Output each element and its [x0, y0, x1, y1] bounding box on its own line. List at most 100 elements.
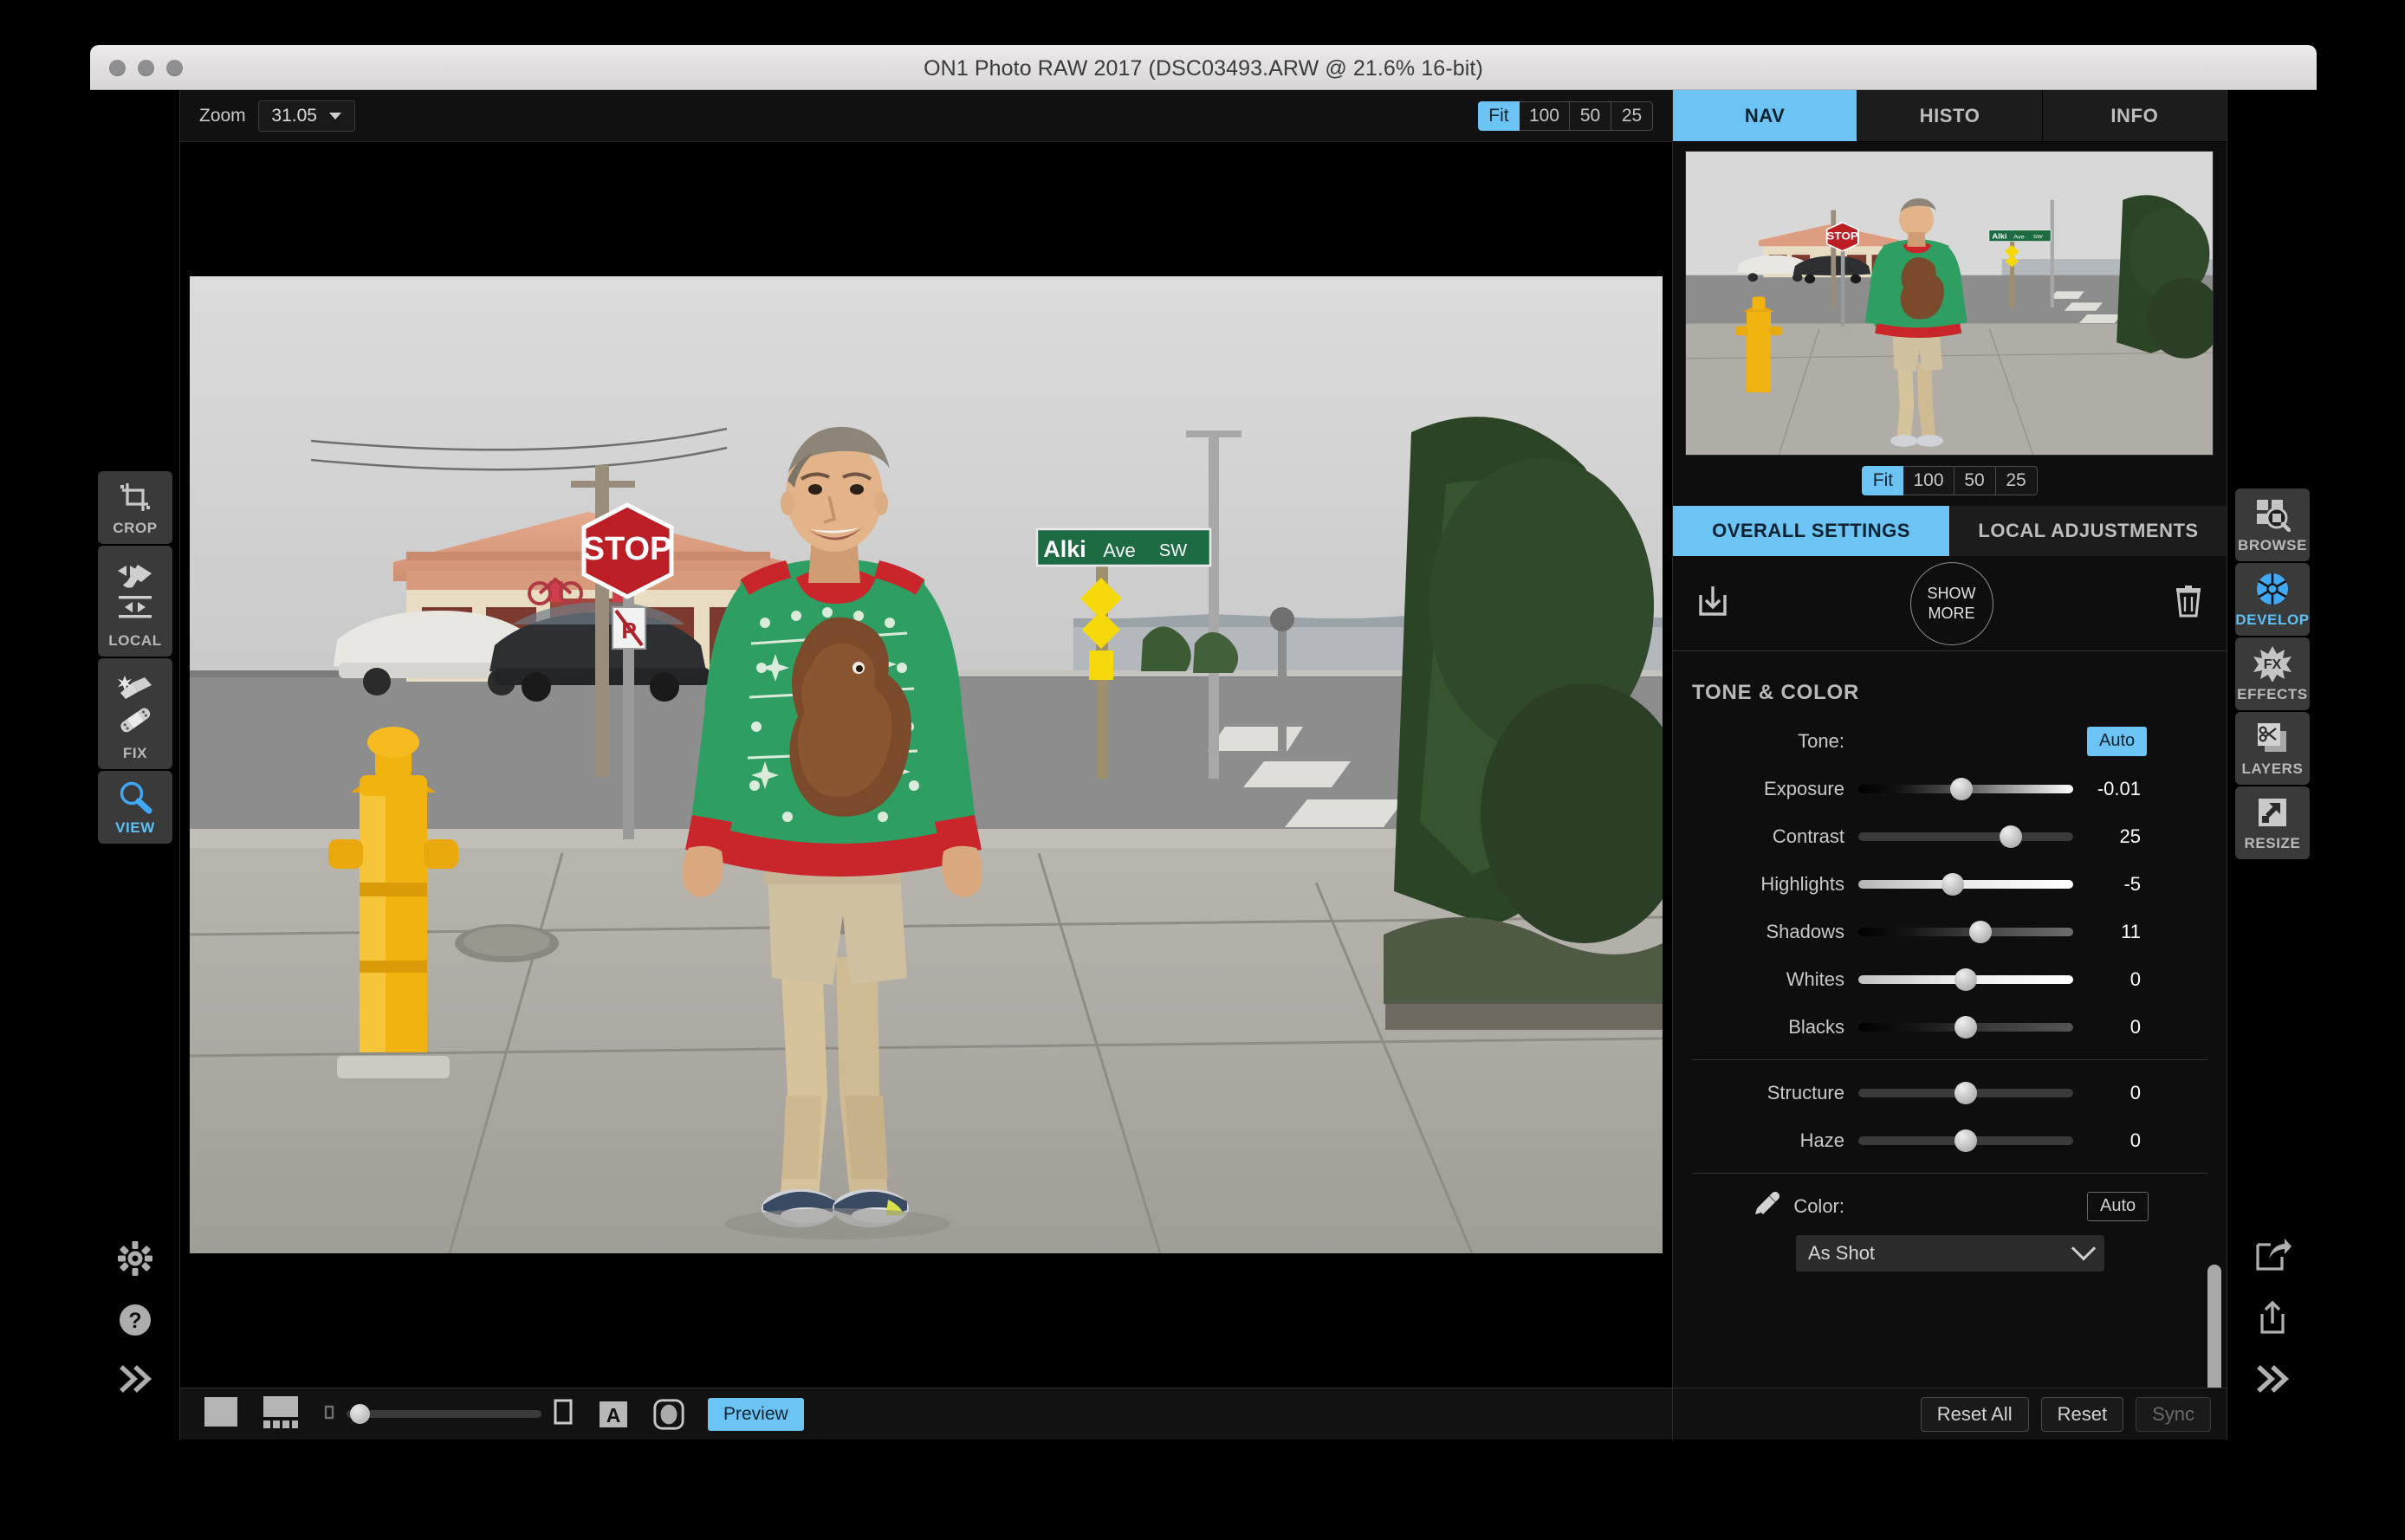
canvas-stage[interactable]: STOP P Alki Ave — [180, 142, 1672, 1388]
tool-view[interactable]: VIEW — [98, 771, 172, 844]
text-overlay-button[interactable]: A — [597, 1398, 630, 1431]
view-single-image-icon[interactable] — [203, 1394, 239, 1434]
thumbnail-slider-track[interactable] — [347, 1404, 541, 1424]
zoom-preset-fit[interactable]: Fit — [1477, 100, 1520, 131]
slider-knob-contrast[interactable] — [2000, 825, 2023, 848]
tab-nav[interactable]: NAV — [1673, 90, 1858, 141]
module-effects-label: EFFECTS — [2237, 686, 2308, 702]
module-layers-label: LAYERS — [2241, 760, 2304, 777]
tab-info[interactable]: INFO — [2042, 90, 2227, 141]
right-module-rail: BROWSE DEVELOP FX EFFECTS LAYERS RESIZE — [2227, 90, 2317, 1440]
navigator: STOP Alki Ave SW Fit 100 50 25 — [1673, 142, 2227, 506]
slider-track-shadows[interactable] — [1858, 920, 2073, 943]
aperture-icon — [2253, 572, 2292, 606]
module-resize[interactable]: RESIZE — [2235, 786, 2310, 859]
module-browse[interactable]: BROWSE — [2235, 489, 2310, 561]
settings-scrollbar[interactable] — [2207, 1265, 2221, 1388]
slider-row-highlights: Highlights -5 — [1673, 860, 2227, 908]
nav-preset-50[interactable]: 50 — [1954, 466, 1996, 495]
tone-label: Tone: — [1798, 729, 1844, 752]
slider-knob-whites[interactable] — [1954, 967, 1977, 991]
thumbnail-size-slider[interactable] — [322, 1398, 574, 1430]
module-develop-label: DEVELOP — [2235, 611, 2310, 628]
street-dir-text: SW — [1159, 541, 1187, 560]
zoom-label: Zoom — [199, 105, 246, 126]
svg-text:Ave: Ave — [2013, 235, 2025, 240]
color-auto-button[interactable]: Auto — [2087, 1191, 2149, 1221]
slider-track-blacks[interactable] — [1858, 1015, 2073, 1039]
slider-knob-shadows[interactable] — [1969, 920, 1993, 943]
preview-button[interactable]: Preview — [708, 1397, 804, 1431]
canvas-area: Zoom 31.05 Fit 100 50 25 STOP Alki Ave S… — [180, 90, 1673, 1440]
module-develop[interactable]: DEVELOP — [2235, 563, 2310, 636]
canvas-toolbar: Zoom 31.05 Fit 100 50 25 — [180, 90, 1672, 142]
thumbnail-slider-knob[interactable] — [350, 1404, 370, 1424]
color-label: Color: — [1793, 1194, 1844, 1217]
layers-scissors-icon — [2253, 721, 2292, 755]
tool-fix[interactable]: FIX — [98, 658, 172, 769]
panel-tab-bar: NAV HISTO INFO — [1673, 90, 2227, 142]
tab-local-adjustments[interactable]: LOCAL ADJUSTMENTS — [1950, 506, 2227, 556]
view-filmstrip-icon[interactable] — [262, 1394, 300, 1434]
app-body: CROP LOCAL FIX VIEW ? Zoom 31.05 Fit 100… — [90, 90, 2317, 1440]
slider-value-highlights: -5 — [2123, 872, 2141, 895]
white-balance-select[interactable]: As Shot — [1796, 1235, 2104, 1271]
nav-preset-100[interactable]: 100 — [1903, 466, 1954, 495]
zoom-select[interactable]: 31.05 — [257, 100, 355, 132]
slider-track-highlights[interactable] — [1858, 872, 2073, 896]
mask-ellipse-icon[interactable] — [652, 1398, 685, 1431]
slider-row-structure: Structure 0 — [1673, 1069, 2227, 1116]
tab-overall-settings[interactable]: OVERALL SETTINGS — [1673, 506, 1950, 556]
tool-list: CROP LOCAL FIX VIEW — [90, 471, 180, 845]
nav-preset-fit[interactable]: Fit — [1862, 466, 1904, 495]
reset-button[interactable]: Reset — [2040, 1396, 2124, 1432]
module-resize-label: RESIZE — [2244, 835, 2301, 851]
eyedropper-icon[interactable] — [1754, 1190, 1781, 1222]
section-title-tone-color: TONE & COLOR — [1692, 681, 1860, 704]
chevron-down-icon — [2071, 1236, 2097, 1261]
thumbnail-small-icon — [322, 1402, 336, 1426]
module-layers[interactable]: LAYERS — [2235, 712, 2310, 785]
slider-row-haze: Haze 0 — [1673, 1116, 2227, 1164]
slider-knob-blacks[interactable] — [1954, 1015, 1977, 1039]
settings-scroll-area[interactable]: TONE & COLOR Tone: Auto Exposure -0.01 C… — [1673, 658, 2227, 1388]
zoom-preset-25[interactable]: 25 — [1611, 100, 1653, 131]
slider-label-blacks: Blacks — [1788, 1015, 1844, 1038]
zoom-preset-50[interactable]: 50 — [1570, 100, 1611, 131]
slider-knob-highlights[interactable] — [1942, 872, 1965, 896]
show-more-button[interactable]: SHOW MORE — [1909, 561, 1993, 645]
bottom-toolbar: A Preview — [180, 1388, 1672, 1440]
slider-track-structure[interactable] — [1858, 1081, 2073, 1104]
module-browse-label: BROWSE — [2237, 537, 2308, 553]
slider-track-contrast[interactable] — [1858, 825, 2073, 848]
send-to-icon[interactable] — [2253, 1238, 2292, 1278]
chevron-double-right-icon[interactable] — [114, 1362, 156, 1400]
slider-knob-exposure[interactable] — [1950, 777, 1974, 800]
photo-preview[interactable]: STOP P Alki Ave — [190, 276, 1663, 1253]
slider-knob-haze[interactable] — [1954, 1129, 1977, 1152]
tone-auto-button[interactable]: Auto — [2087, 726, 2148, 756]
street-type-text: Ave — [1103, 540, 1136, 561]
chevron-double-right-icon[interactable] — [2252, 1362, 2293, 1400]
gear-icon[interactable] — [116, 1239, 154, 1282]
magnifier-view-icon — [116, 780, 154, 814]
help-icon[interactable]: ? — [116, 1301, 154, 1343]
tab-histo[interactable]: HISTO — [1857, 90, 2043, 141]
tool-local[interactable]: LOCAL — [98, 546, 172, 657]
slider-knob-structure[interactable] — [1954, 1081, 1977, 1104]
trash-icon[interactable] — [2173, 583, 2204, 624]
slider-track-exposure[interactable] — [1858, 777, 2073, 800]
left-tool-rail: CROP LOCAL FIX VIEW ? — [90, 90, 180, 1440]
reset-all-button[interactable]: Reset All — [1920, 1396, 2029, 1432]
slider-track-whites[interactable] — [1858, 967, 2073, 991]
slider-track-haze[interactable] — [1858, 1129, 2073, 1152]
canvas-zoom-presets: Fit 100 50 25 — [1477, 100, 1653, 131]
share-export-icon[interactable] — [2255, 1299, 2290, 1342]
tool-crop[interactable]: CROP — [98, 471, 172, 544]
slider-value-whites: 0 — [2129, 967, 2141, 990]
zoom-preset-100[interactable]: 100 — [1519, 100, 1570, 131]
module-effects[interactable]: FX EFFECTS — [2235, 637, 2310, 710]
save-preset-icon[interactable] — [1695, 583, 1730, 624]
nav-preset-25[interactable]: 25 — [1995, 466, 2038, 495]
navigator-thumbnail[interactable]: STOP Alki Ave SW — [1685, 151, 2214, 456]
